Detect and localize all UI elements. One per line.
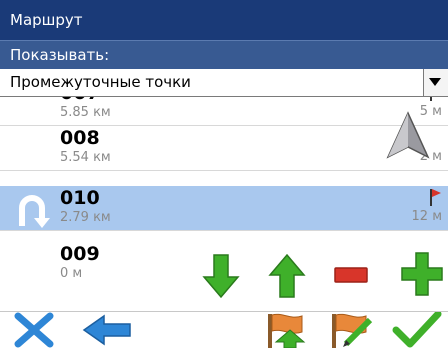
point-name: 009 — [60, 243, 100, 265]
route-point-list[interactable]: 007 5.85 км 5 м 008 5.54 км 2 м 010 2.79… — [0, 97, 448, 311]
point-segment-distance: 12 м — [411, 209, 442, 224]
point-name: 010 — [60, 187, 100, 209]
flag-edit-icon[interactable] — [326, 312, 374, 348]
dropdown-toggle-button[interactable] — [423, 69, 448, 96]
checkmark-icon[interactable] — [392, 312, 442, 348]
plus-icon[interactable] — [400, 251, 444, 297]
point-distance: 5.54 км — [60, 150, 111, 165]
list-item[interactable]: 007 5.85 км 5 м — [0, 97, 448, 125]
bottom-toolbar — [0, 311, 448, 348]
flag-icon — [430, 97, 432, 101]
minus-icon[interactable] — [334, 265, 368, 285]
point-distance: 2.79 км — [60, 210, 111, 225]
dropdown-selected-value: Промежуточные точки — [10, 73, 191, 91]
navigation-arrow-icon — [386, 111, 430, 159]
list-item-selected[interactable]: 010 2.79 км 12 м — [0, 186, 448, 230]
arrow-down-icon[interactable] — [202, 253, 240, 299]
close-icon[interactable] — [12, 312, 56, 348]
flag-up-icon[interactable] — [262, 312, 310, 348]
chevron-down-icon — [429, 78, 441, 86]
row-divider — [0, 170, 448, 171]
window-title: Маршрут — [0, 0, 448, 40]
back-arrow-icon[interactable] — [82, 312, 134, 348]
arrow-up-icon[interactable] — [268, 253, 306, 299]
list-item[interactable]: 008 5.54 км 2 м — [0, 126, 448, 170]
point-name: 007 — [60, 97, 100, 104]
u-turn-icon — [19, 195, 50, 228]
filter-label: Показывать: — [0, 40, 448, 69]
row-divider — [0, 230, 448, 231]
flag-icon — [430, 189, 441, 206]
point-distance: 5.85 км — [60, 105, 111, 120]
point-name: 008 — [60, 127, 100, 149]
waypoint-filter-dropdown[interactable]: Промежуточные точки — [0, 69, 448, 97]
point-distance: 0 м — [60, 266, 83, 281]
